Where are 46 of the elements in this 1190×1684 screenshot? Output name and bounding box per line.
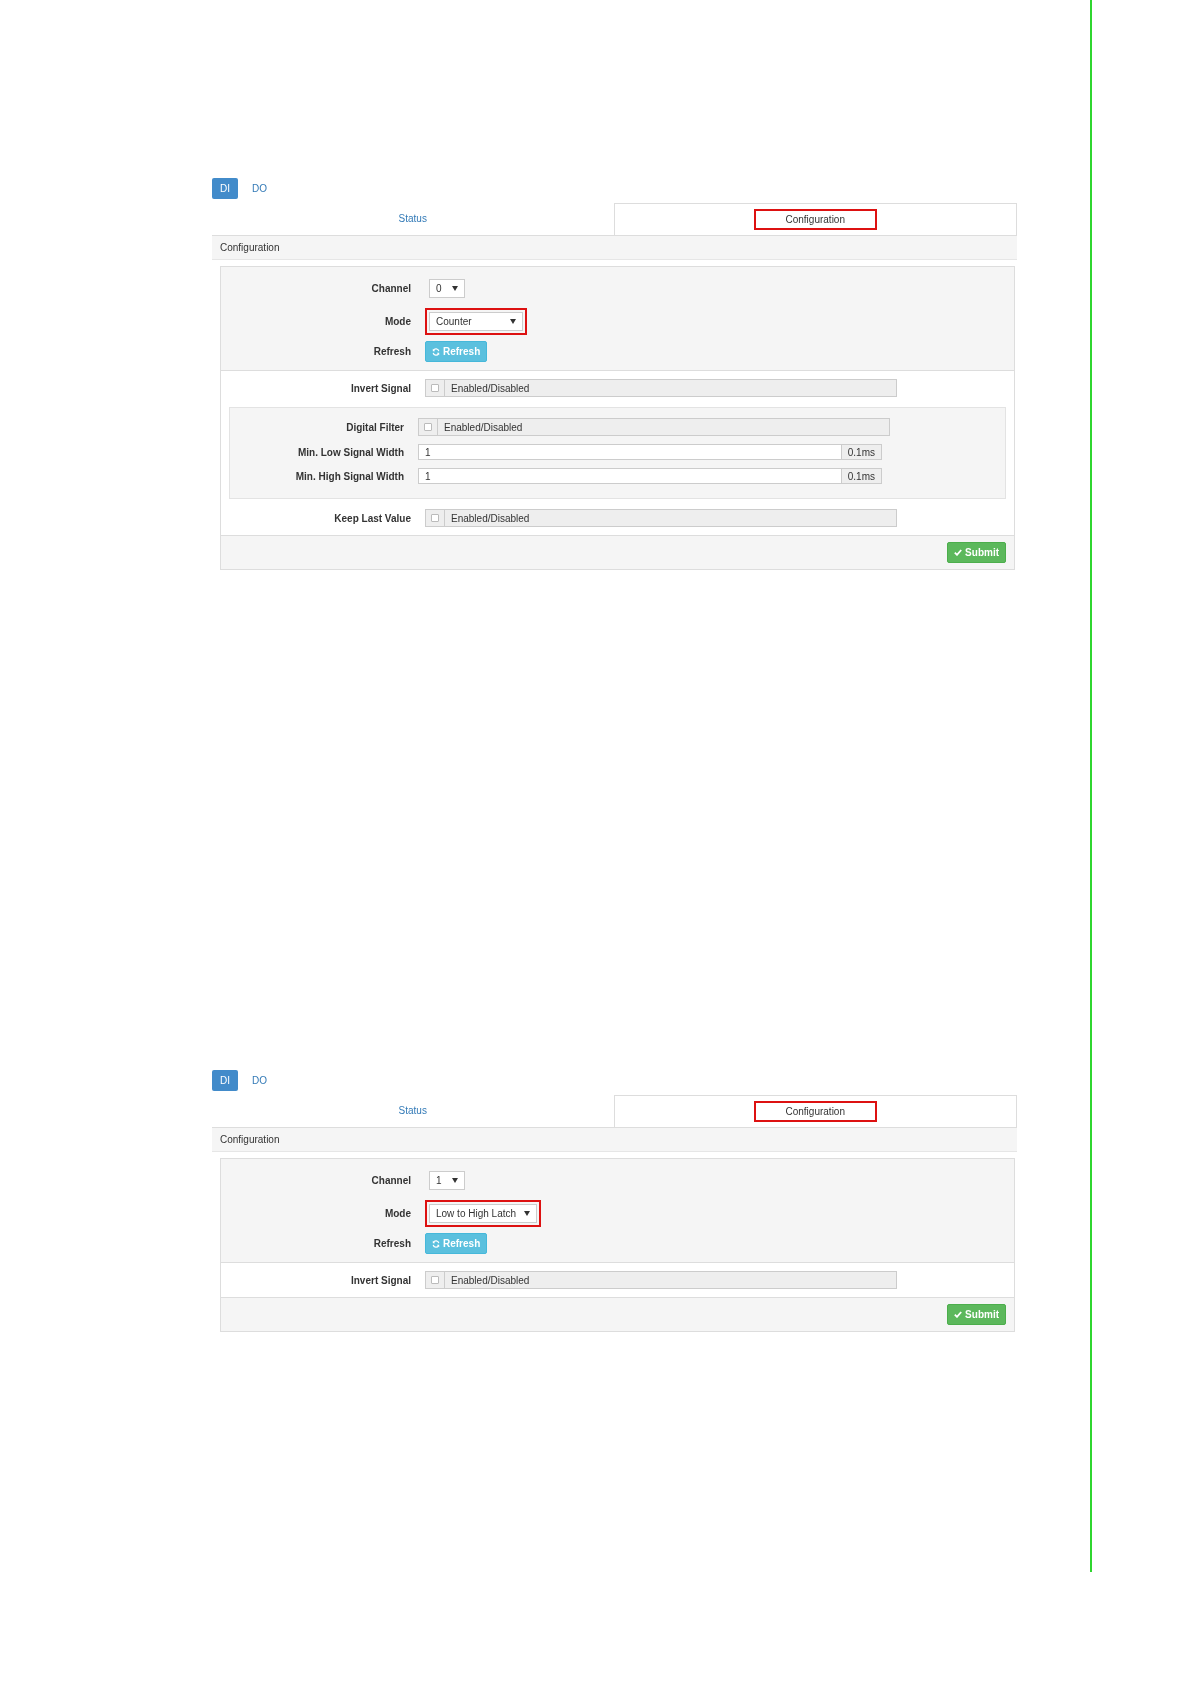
field-label: Invert Signal: [350, 382, 411, 394]
toggle-field[interactable]: Enabled/Disabled: [425, 379, 897, 397]
nav-pill[interactable]: DI: [212, 1070, 238, 1091]
field-label: Refresh: [372, 1238, 411, 1249]
channel-select[interactable]: 0: [429, 279, 465, 298]
field-label: Channel: [370, 1175, 411, 1186]
field-label: Min. Low Signal Width: [297, 446, 404, 458]
tab[interactable]: Configuration: [753, 1101, 877, 1122]
mode-select[interactable]: Low to High Latch: [429, 1204, 538, 1223]
tab[interactable]: Status: [366, 1100, 459, 1122]
check-icon: [954, 549, 963, 556]
field-label: Channel: [370, 283, 411, 294]
nav-pill[interactable]: DI: [212, 178, 238, 199]
check-icon: [954, 1311, 963, 1318]
toggle-field[interactable]: Enabled/Disabled: [418, 418, 890, 436]
channel-select[interactable]: 1: [429, 1171, 465, 1190]
caret-icon: [452, 286, 458, 291]
field-label: Invert Signal: [350, 1274, 411, 1286]
tab[interactable]: Configuration: [753, 209, 877, 230]
checkbox[interactable]: [431, 384, 439, 392]
checkbox[interactable]: [431, 514, 439, 522]
field-label: Digital Filter: [345, 421, 404, 433]
checkbox[interactable]: [431, 1276, 439, 1284]
field-label: Mode: [383, 316, 411, 327]
mode-select[interactable]: Counter: [429, 312, 523, 331]
checkbox[interactable]: [424, 423, 432, 431]
unit-addon: 0.1ms: [841, 468, 882, 484]
caret-icon: [452, 1178, 458, 1183]
toggle-field[interactable]: Enabled/Disabled: [425, 509, 897, 527]
refresh-icon: [432, 1239, 440, 1248]
tab[interactable]: Status: [366, 208, 459, 230]
unit-addon: 0.1ms: [841, 444, 882, 460]
nav-pill[interactable]: DO: [244, 1070, 275, 1091]
caret-icon: [510, 319, 516, 324]
field-label: Mode: [383, 1208, 411, 1219]
field-label: Keep Last Value: [333, 512, 411, 524]
section-header: Configuration: [212, 236, 1017, 260]
field-label: Min. High Signal Width: [294, 470, 404, 482]
input-field[interactable]: 1: [418, 444, 842, 460]
section-header: Configuration: [212, 1128, 1017, 1152]
field-label: Refresh: [372, 346, 411, 357]
caret-icon: [524, 1211, 531, 1216]
refresh-icon: [432, 347, 440, 356]
nav-pill[interactable]: DO: [244, 178, 275, 199]
toggle-field[interactable]: Enabled/Disabled: [425, 1271, 897, 1289]
input-field[interactable]: 1: [418, 468, 842, 484]
